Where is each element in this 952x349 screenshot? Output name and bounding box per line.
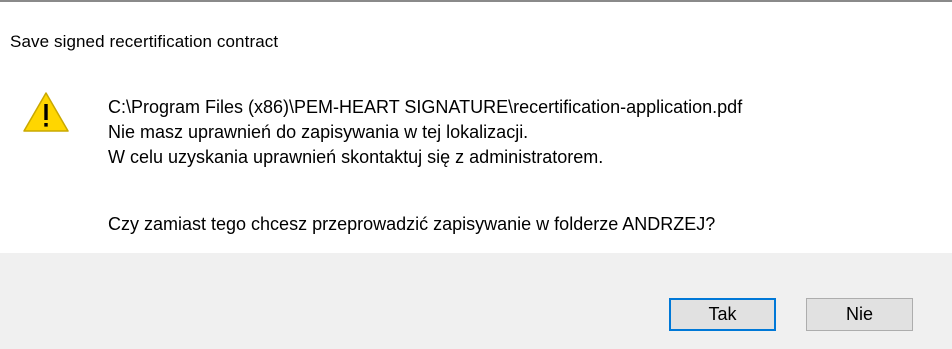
permission-text: Nie masz uprawnień do zapisywania w tej … <box>108 122 529 142</box>
dialog-title: Save signed recertification contract <box>10 32 279 51</box>
file-path-text: C:\Program Files (x86)\PEM-HEART SIGNATU… <box>108 97 743 117</box>
warning-icon <box>23 92 69 132</box>
no-button[interactable]: Nie <box>806 298 913 331</box>
yes-button[interactable]: Tak <box>669 298 776 331</box>
question-text: Czy zamiast tego chcesz przeprowadzić za… <box>108 214 716 234</box>
contact-admin-text: W celu uzyskania uprawnień skontaktuj si… <box>108 147 604 167</box>
dialog-message: C:\Program Files (x86)\PEM-HEART SIGNATU… <box>108 95 742 237</box>
save-dialog: Save signed recertification contract C:\… <box>0 0 952 349</box>
